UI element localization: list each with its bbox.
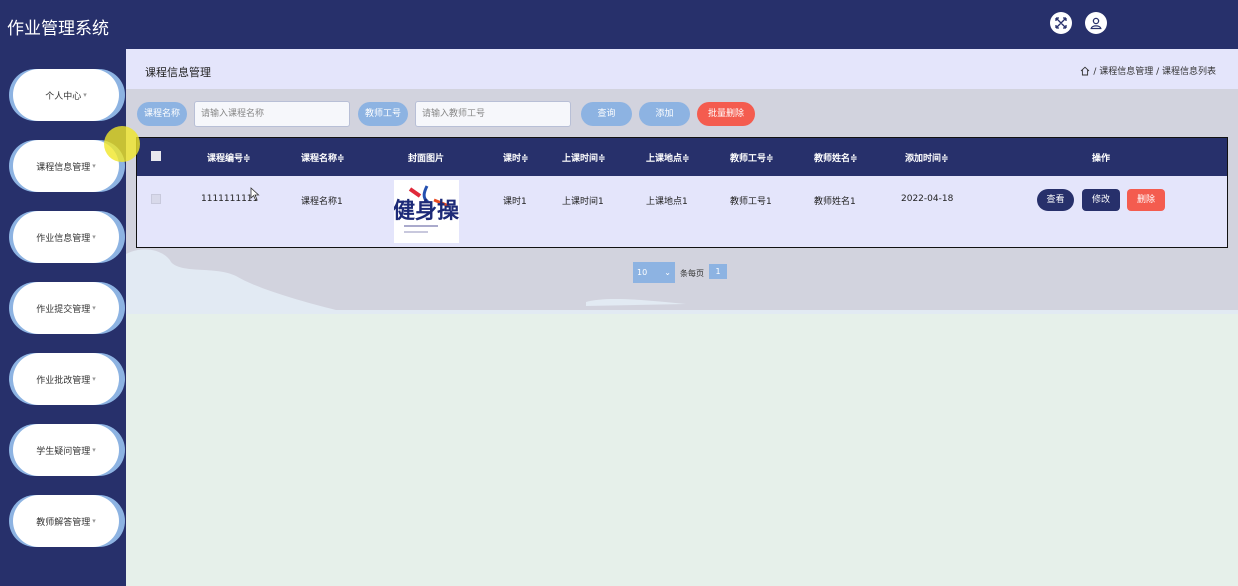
wave-decoration bbox=[126, 249, 1238, 314]
chevron-down-icon: ▾ bbox=[83, 91, 87, 99]
sidebar-item-label: 课程信息管理 bbox=[36, 162, 91, 173]
chevron-down-icon: ▾ bbox=[92, 162, 96, 170]
fullscreen-button[interactable] bbox=[1050, 12, 1072, 34]
cell-teacher-id: 教师工号1 bbox=[730, 197, 772, 207]
user-button[interactable] bbox=[1085, 12, 1107, 34]
sidebar: 个人中心 ▾ 课程信息管理 ▾ 作业信息管理 ▾ 作业提交管理 ▾ 作业批改管理 ▾ 学生… bbox=[0, 49, 126, 586]
sidebar-item-teacher-answers[interactable]: 教师解答管理 ▾ bbox=[9, 495, 125, 547]
home-icon[interactable] bbox=[1080, 66, 1090, 76]
page-number-button[interactable]: 1 bbox=[709, 264, 727, 279]
cell-location: 上课地点1 bbox=[646, 197, 688, 207]
breadcrumb: / 课程信息管理 / 课程信息列表 bbox=[1080, 64, 1216, 77]
teacher-id-label: 教师工号 bbox=[358, 102, 409, 126]
main-content: 课程信息管理 / 课程信息管理 / 课程信息列表 课程名称 教师工号 查询 添加… bbox=[126, 49, 1238, 586]
sidebar-item-homework-info[interactable]: 作业信息管理 ▾ bbox=[9, 211, 125, 263]
sidebar-item-personal-center[interactable]: 个人中心 ▾ bbox=[9, 69, 125, 121]
batch-delete-button[interactable]: 批量删除 bbox=[697, 102, 755, 126]
column-actions: 操作 bbox=[1092, 154, 1111, 164]
cell-course-name: 课程名称1 bbox=[301, 197, 343, 207]
select-all-checkbox[interactable] bbox=[151, 151, 161, 161]
chevron-down-icon: ▾ bbox=[92, 233, 96, 241]
column-course-name[interactable]: 课程名称≑ bbox=[301, 151, 345, 164]
sidebar-item-homework-grading[interactable]: 作业批改管理 ▾ bbox=[9, 353, 125, 405]
course-name-input[interactable] bbox=[194, 101, 350, 127]
sidebar-item-student-questions[interactable]: 学生疑问管理 ▾ bbox=[9, 424, 125, 476]
chevron-down-icon: ▾ bbox=[92, 304, 96, 312]
column-cover-image: 封面图片 bbox=[408, 154, 445, 164]
query-button[interactable]: 查询 bbox=[581, 102, 632, 126]
breadcrumb-bar: 课程信息管理 / 课程信息管理 / 课程信息列表 bbox=[126, 49, 1238, 89]
sidebar-item-homework-submit[interactable]: 作业提交管理 ▾ bbox=[9, 282, 125, 334]
column-course-no[interactable]: 课程编号≑ bbox=[207, 151, 251, 164]
edit-button[interactable]: 修改 bbox=[1082, 189, 1120, 211]
cover-image-title: 健身操 bbox=[394, 198, 459, 224]
cell-hours: 课时1 bbox=[503, 197, 527, 207]
per-page-label: 条每页 bbox=[680, 269, 704, 278]
page-title: 课程信息管理 bbox=[145, 66, 211, 79]
view-button[interactable]: 查看 bbox=[1037, 189, 1074, 211]
user-icon bbox=[1090, 17, 1102, 30]
app-title: 作业管理系统 bbox=[7, 19, 109, 39]
chevron-down-icon: ⌄ bbox=[664, 268, 671, 277]
column-teacher-id[interactable]: 教师工号≑ bbox=[730, 151, 774, 164]
column-location[interactable]: 上课地点≑ bbox=[646, 151, 690, 164]
sidebar-item-label: 作业提交管理 bbox=[36, 304, 91, 315]
top-header: 作业管理系统 bbox=[0, 0, 1238, 49]
sidebar-item-label: 教师解答管理 bbox=[36, 517, 91, 528]
column-hours[interactable]: 课时≑ bbox=[503, 151, 529, 164]
cover-image: 健身操 bbox=[394, 180, 459, 243]
column-added-time[interactable]: 添加时间≑ bbox=[905, 151, 949, 164]
chevron-down-icon: ▾ bbox=[92, 517, 96, 525]
sidebar-item-label: 作业批改管理 bbox=[36, 375, 91, 386]
cursor-highlight bbox=[104, 126, 140, 162]
column-teacher-name[interactable]: 教师姓名≑ bbox=[814, 151, 858, 164]
mouse-pointer-icon bbox=[250, 187, 260, 201]
sidebar-item-label: 个人中心 bbox=[45, 91, 82, 102]
course-table: 课程编号≑ 课程名称≑ 封面图片 课时≑ 上课时间≑ 上课地点≑ 教师工号≑ 教… bbox=[136, 137, 1228, 248]
cell-teacher-name: 教师姓名1 bbox=[814, 197, 856, 207]
chevron-down-icon: ▾ bbox=[92, 375, 96, 383]
breadcrumb-path: / 课程信息管理 / 课程信息列表 bbox=[1093, 67, 1216, 77]
course-name-label: 课程名称 bbox=[137, 102, 188, 126]
teacher-id-input[interactable] bbox=[415, 101, 571, 127]
chevron-down-icon: ▾ bbox=[92, 446, 96, 454]
table-header: 课程编号≑ 课程名称≑ 封面图片 课时≑ 上课时间≑ 上课地点≑ 教师工号≑ 教… bbox=[137, 138, 1227, 176]
sidebar-item-label: 作业信息管理 bbox=[36, 233, 91, 244]
page-size-value: 10 bbox=[637, 268, 648, 277]
cell-class-time: 上课时间1 bbox=[562, 197, 604, 207]
cell-added-time: 2022-04-18 bbox=[901, 194, 954, 204]
expand-icon bbox=[1055, 17, 1067, 29]
cover-image-art: 健身操 bbox=[394, 185, 459, 233]
add-button[interactable]: 添加 bbox=[639, 102, 690, 126]
page-size-select[interactable]: 10 ⌄ bbox=[633, 262, 675, 283]
delete-button[interactable]: 删除 bbox=[1127, 189, 1165, 211]
row-checkbox[interactable] bbox=[151, 194, 161, 204]
column-class-time[interactable]: 上课时间≑ bbox=[562, 151, 606, 164]
sidebar-item-label: 学生疑问管理 bbox=[36, 446, 91, 457]
